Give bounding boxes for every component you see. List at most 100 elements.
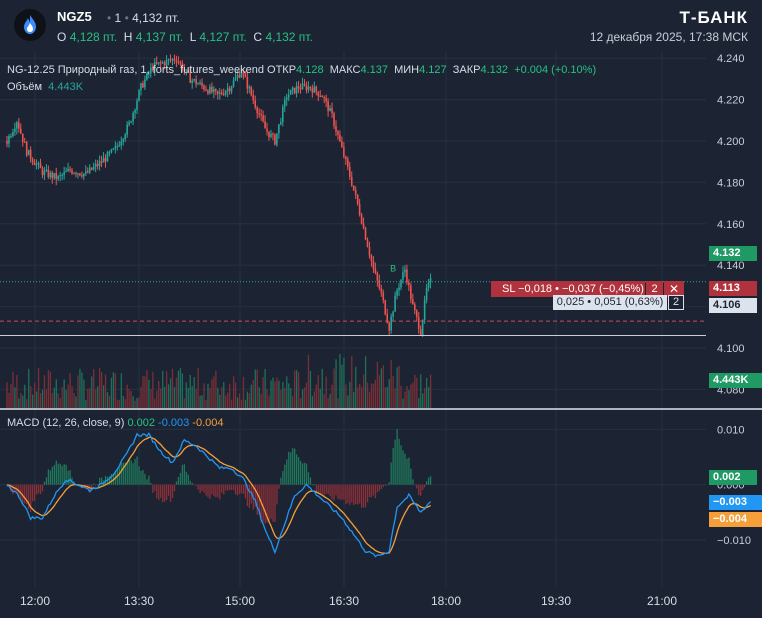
volume-bar	[158, 380, 160, 408]
candle-body	[136, 100, 138, 110]
candle-body	[12, 131, 14, 137]
candle-body	[226, 88, 229, 92]
macd-histogram-bar	[181, 464, 184, 485]
macd-legend: MACD (12, 26, close, 9) 0.002 -0.003 -0.…	[7, 417, 224, 429]
volume-bar	[378, 375, 381, 408]
macd-histogram-bar	[406, 458, 408, 485]
macd-histogram-bar	[57, 463, 59, 485]
volume-bar	[118, 400, 120, 408]
candle-body	[350, 176, 353, 186]
volume-bar	[325, 376, 327, 408]
macd-histogram-bar	[299, 460, 302, 485]
volume-bar	[12, 371, 14, 408]
volume-bar	[276, 377, 278, 408]
macd-histogram-bar	[272, 484, 274, 522]
price-chart-svg[interactable]: B4.2404.2204.2004.1804.1604.1404.1204.10…	[0, 52, 762, 613]
ticker-symbol[interactable]: NGZ5	[57, 9, 92, 24]
time-axis-label: 19:30	[541, 594, 571, 608]
macd-histogram-bar	[286, 459, 288, 485]
macd-histogram-bar	[282, 471, 284, 485]
interval-label[interactable]: 1	[115, 11, 122, 25]
candle-body	[252, 95, 255, 101]
macd-histogram-bar	[244, 484, 247, 499]
candle-body	[110, 149, 113, 153]
volume-bar	[98, 368, 101, 408]
volume-bar	[22, 395, 24, 408]
price-axis-label: 4.160	[717, 219, 745, 231]
candle-body	[354, 189, 357, 195]
volume-bar	[146, 370, 148, 408]
volume-bar	[370, 383, 373, 408]
macd-histogram-bar	[290, 452, 292, 485]
volume-bar	[333, 368, 335, 408]
candle-body	[122, 139, 125, 142]
macd-histogram-bar	[268, 484, 270, 523]
macd-histogram-bar	[362, 484, 365, 508]
candle-body	[343, 147, 345, 157]
macd-histogram-bar	[118, 467, 120, 485]
macd-histogram-bar	[418, 484, 420, 496]
candle-body	[6, 141, 8, 144]
candle-body	[396, 290, 398, 296]
volume-bar	[339, 353, 341, 408]
candle-body	[191, 80, 193, 83]
volume-bar	[351, 356, 353, 408]
volume-bar	[266, 389, 268, 408]
candle-body	[47, 169, 50, 178]
macd-histogram-bar	[173, 484, 176, 492]
volume-bar	[229, 383, 231, 408]
volume-bar	[394, 388, 396, 408]
volume-bar	[39, 393, 42, 408]
candle-body	[272, 133, 274, 135]
series-legend: NG-12.25 Природный газ, 1, forts_futures…	[7, 64, 597, 76]
volume-bar	[148, 379, 150, 408]
candle-body	[67, 168, 69, 172]
volume-bar	[416, 377, 418, 408]
volume-bar	[150, 388, 152, 408]
macd-histogram-bar	[41, 484, 44, 492]
candle-body	[358, 204, 361, 215]
candle-body	[374, 268, 377, 273]
volume-bar	[71, 386, 73, 408]
volume-bar	[97, 386, 99, 408]
candle-body	[250, 87, 253, 96]
position-qty[interactable]: 2	[668, 295, 684, 310]
macd-histogram-bar	[32, 484, 34, 502]
macd-histogram-bar	[136, 456, 138, 485]
macd-histogram-bar	[144, 473, 146, 485]
volume-bar	[91, 376, 93, 408]
macd-histogram-bar	[199, 484, 201, 494]
candle-body	[287, 94, 290, 98]
candle-body	[173, 59, 176, 61]
position-pnl-label[interactable]: 0,025 • 0,051 (0,63%)	[553, 295, 667, 310]
candle-body	[415, 310, 418, 317]
macd-histogram-bar	[284, 464, 286, 485]
volume-bar	[258, 387, 260, 408]
volume-bar	[246, 391, 249, 408]
macd-histogram-bar	[347, 484, 349, 504]
time-axis-label: 15:00	[225, 594, 255, 608]
macd-histogram-bar	[274, 484, 276, 523]
macd-histogram-bar	[262, 484, 264, 522]
volume-bar	[368, 391, 371, 408]
candle-body	[88, 167, 91, 173]
candle-body	[382, 292, 385, 301]
macd-histogram-bar	[219, 484, 221, 500]
candle-body	[366, 239, 369, 248]
macd-histogram-bar	[122, 462, 124, 485]
macd-histogram-bar	[378, 484, 381, 491]
candle-body	[94, 163, 97, 167]
candle-body	[230, 86, 233, 92]
macd-histogram-bar	[138, 466, 140, 485]
macd-histogram-bar	[242, 484, 245, 494]
macd-histogram-bar	[333, 484, 335, 501]
macd-histogram-bar	[382, 484, 384, 488]
volume-bar	[290, 388, 292, 408]
macd-histogram-bar	[195, 484, 197, 486]
chart-area[interactable]: B4.2404.2204.2004.1804.1604.1404.1204.10…	[0, 52, 762, 613]
macd-histogram-bar	[292, 448, 294, 485]
gas-flame-icon[interactable]	[14, 9, 46, 41]
volume-bar	[183, 398, 185, 408]
candle-body	[37, 163, 40, 165]
macd-histogram-bar	[366, 484, 369, 503]
